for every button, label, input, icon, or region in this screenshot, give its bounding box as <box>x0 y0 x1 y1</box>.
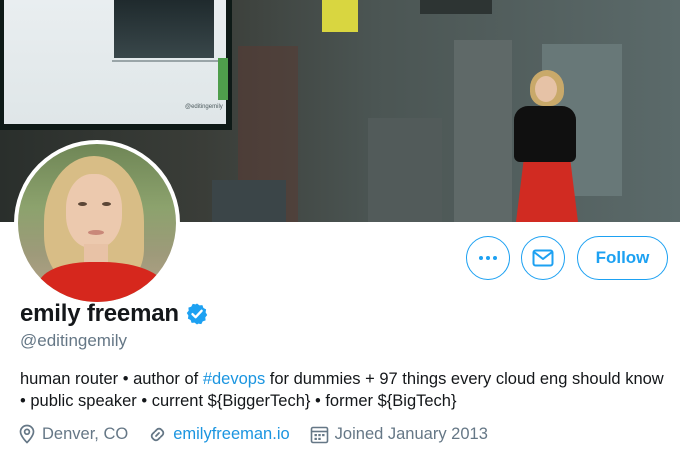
joined-date: Joined January 2013 <box>334 424 488 443</box>
bio-hashtag-link[interactable]: #devops <box>203 370 265 388</box>
banner-speaker-figure <box>500 70 584 222</box>
screen-photo <box>114 0 214 58</box>
banner-backdrop-panel <box>368 118 442 222</box>
user-handle: @editingemily <box>20 331 128 350</box>
profile-bio: human router • author of #devops for dum… <box>20 368 670 412</box>
joined-item: Joined January 2013 <box>310 425 488 444</box>
website-item[interactable]: emilyfreeman.io <box>148 425 290 444</box>
location-pin-icon <box>19 424 35 444</box>
location-text: Denver, CO <box>42 424 129 443</box>
name-row: emily freeman <box>20 300 209 328</box>
location-item: Denver, CO <box>18 424 128 444</box>
display-name: emily freeman <box>20 300 179 327</box>
screen-edge-accent <box>218 58 228 100</box>
banner-sticky-note <box>322 0 358 32</box>
verified-badge-icon <box>186 303 208 325</box>
follow-button[interactable]: Follow <box>577 236 668 280</box>
message-button[interactable] <box>521 236 565 280</box>
calendar-icon <box>310 426 328 443</box>
profile-meta: Denver, CO emilyfreeman.io Joined Januar… <box>18 424 508 444</box>
screen-divider <box>112 60 222 62</box>
banner-backdrop-panel <box>212 180 286 222</box>
banner-presentation-screen: @editingemily <box>0 0 232 130</box>
profile-avatar[interactable] <box>14 140 180 306</box>
link-icon <box>150 427 165 441</box>
banner-backdrop-panel <box>420 0 492 14</box>
website-link[interactable]: emilyfreeman.io <box>173 425 289 444</box>
screen-caption: @editingemily <box>185 104 223 110</box>
profile-page: @editingemily Follow emily freeman @edit… <box>0 0 680 450</box>
envelope-icon <box>532 249 554 267</box>
more-options-button[interactable] <box>466 236 510 280</box>
more-dots-icon <box>479 256 497 260</box>
bio-text: human router • author of <box>20 370 203 388</box>
